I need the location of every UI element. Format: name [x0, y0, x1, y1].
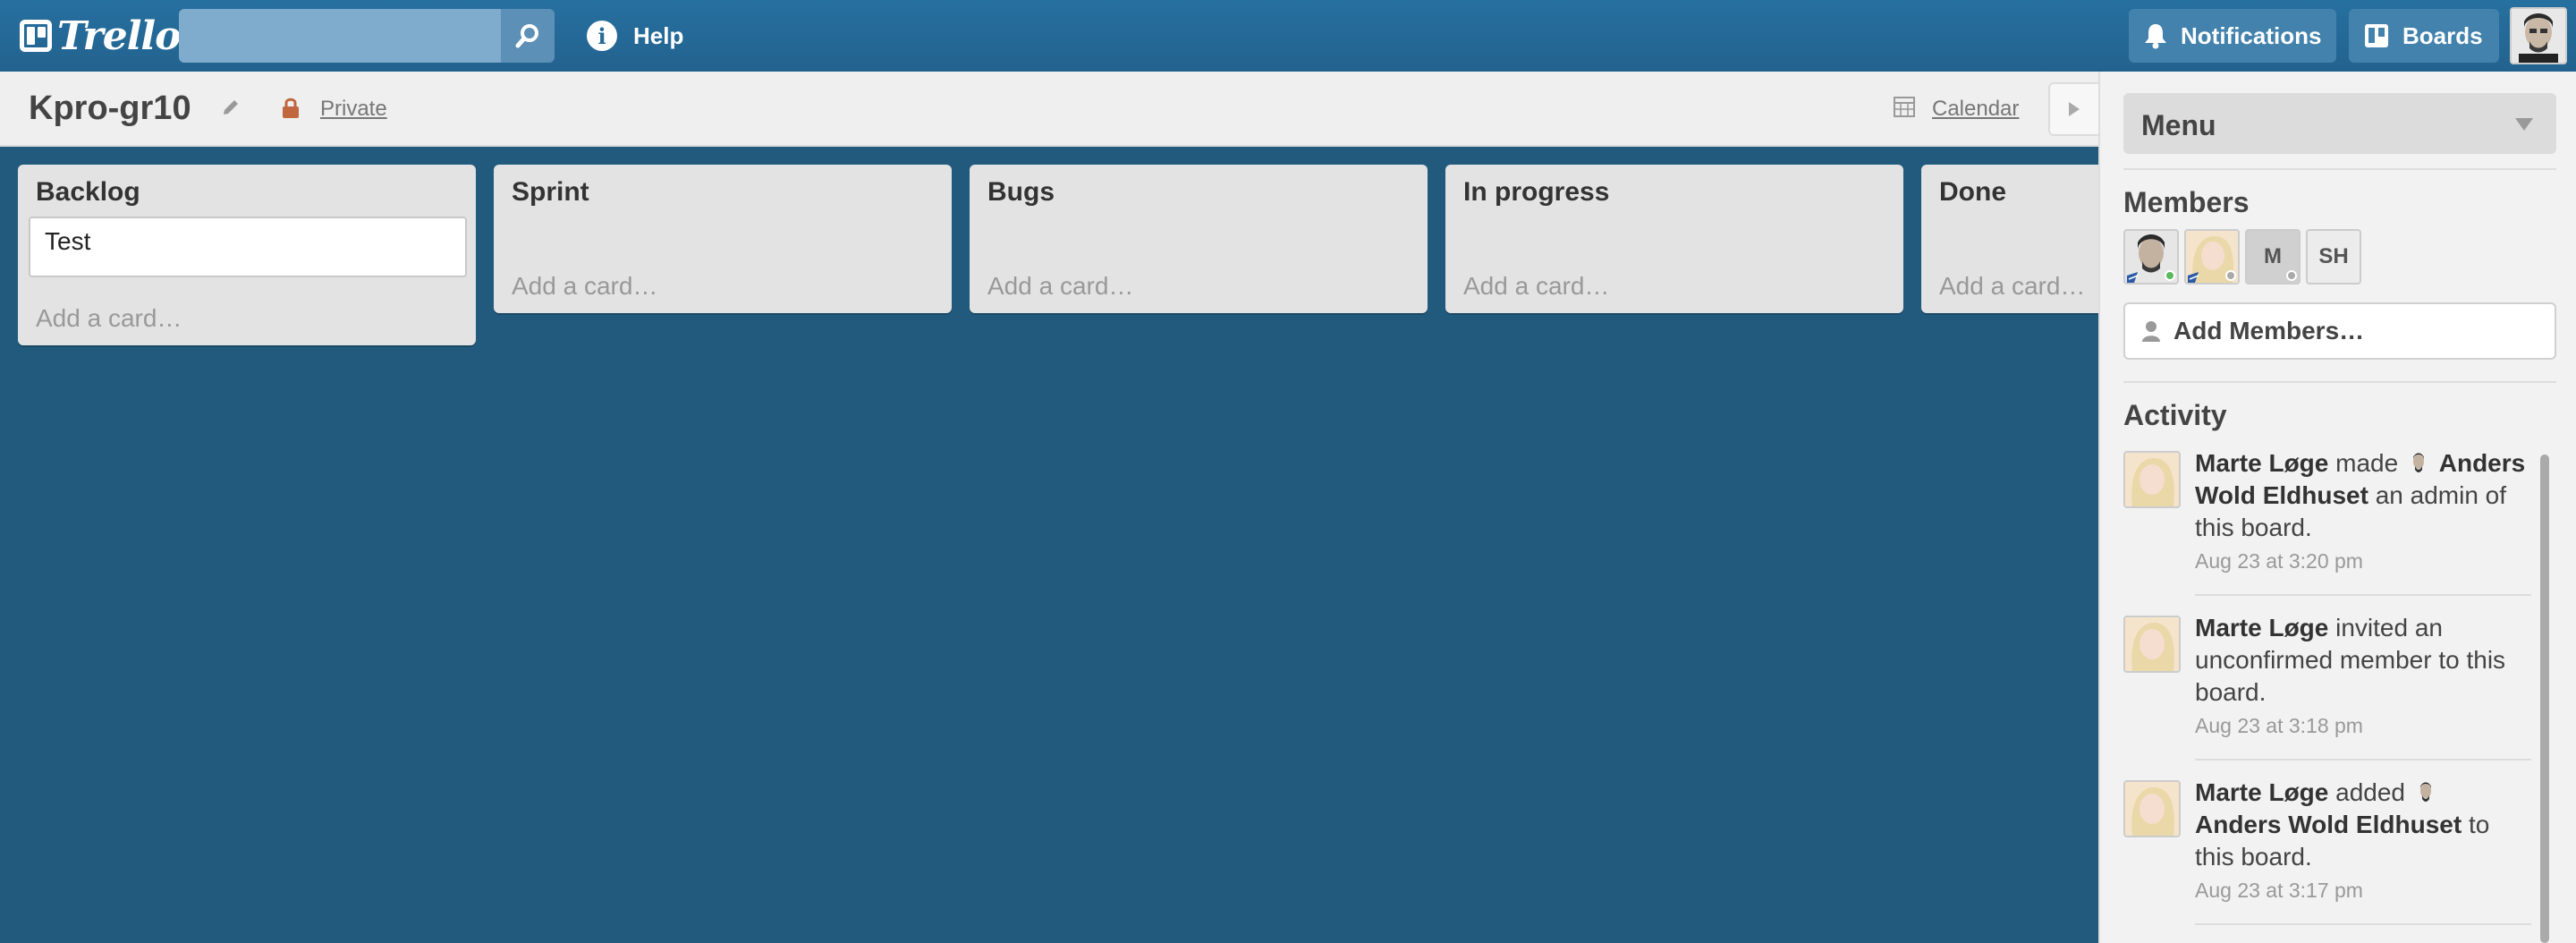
board-sidebar: Menu Members M SH Add Members… Activity …: [2098, 72, 2576, 943]
search-input[interactable]: [179, 9, 501, 63]
idle-status-dot: [2286, 270, 2297, 281]
menu-label: Menu: [2141, 109, 2216, 141]
member-initials: SH: [2318, 244, 2349, 268]
user-avatar-photo: [2512, 9, 2565, 63]
activity-text: Marte Løge added Anders Wold Eldhuset to…: [2195, 777, 2531, 907]
activity-actor[interactable]: Marte Løge: [2195, 614, 2328, 641]
boards-label: Boards: [2402, 21, 2483, 49]
list-sprint: Sprint Add a card…: [494, 165, 952, 313]
bell-icon: [2145, 24, 2166, 49]
list-in-progress: In progress Add a card…: [1445, 165, 1903, 313]
sidebar-scrollbar[interactable]: [2540, 455, 2549, 943]
member-initials-avatar[interactable]: SH: [2306, 229, 2361, 285]
actor-photo: [2125, 453, 2179, 506]
trello-logo[interactable]: Trello: [20, 12, 181, 60]
sidebar-toggle-button[interactable]: [2048, 82, 2098, 136]
add-members-button[interactable]: Add Members…: [2123, 302, 2556, 360]
pencil-icon: [224, 100, 238, 115]
divider: [2123, 381, 2556, 383]
actor-photo: [2125, 617, 2179, 671]
search-icon: [515, 24, 538, 48]
member-initials: M: [2264, 244, 2282, 268]
activity-avatar[interactable]: [2123, 616, 2181, 673]
activity-date[interactable]: Aug 23 at 3:18 pm: [2195, 709, 2531, 743]
help-label: Help: [633, 21, 684, 49]
lock-icon: [281, 97, 301, 124]
activity-avatar[interactable]: [2123, 451, 2181, 508]
activity-title: Activity: [2123, 399, 2227, 431]
search-button[interactable]: [501, 9, 555, 63]
add-card-link[interactable]: Add a card…: [1939, 272, 2085, 301]
divider: [2123, 168, 2556, 170]
activity-divider: [2195, 923, 2531, 925]
activity-actor[interactable]: Marte Løge: [2195, 449, 2328, 477]
board-title[interactable]: Kpro-gr10: [29, 89, 191, 128]
activity-avatar[interactable]: [2123, 780, 2181, 837]
help-button[interactable]: i Help: [587, 16, 683, 55]
caret-down-icon: [2515, 118, 2533, 131]
activity-verb: made: [2335, 449, 2399, 477]
add-card-link[interactable]: Add a card…: [36, 304, 182, 333]
activity-text: Marte Løge invited an unconfirmed member…: [2195, 612, 2531, 743]
calendar-icon: [1893, 95, 1916, 123]
add-card-link[interactable]: Add a card…: [512, 272, 657, 301]
online-status-dot: [2165, 270, 2175, 281]
boards-button[interactable]: Boards: [2349, 9, 2499, 63]
boards-icon: [2365, 24, 2388, 47]
list-bugs: Bugs Add a card…: [970, 165, 1428, 313]
member-initials-avatar[interactable]: M: [2245, 229, 2301, 285]
activity-item: Marte Løge invited an unconfirmed member…: [2123, 612, 2531, 777]
members-title: Members: [2123, 186, 2250, 218]
add-card-link[interactable]: Add a card…: [1463, 272, 1609, 301]
mini-avatar-icon: [2412, 453, 2424, 472]
card-composer-input[interactable]: Test: [29, 217, 467, 277]
activity-divider: [2195, 759, 2531, 760]
trello-logo-icon: [20, 20, 52, 52]
activity-divider: [2195, 594, 2531, 596]
notifications-button[interactable]: Notifications: [2129, 9, 2336, 63]
list-title[interactable]: Done: [1939, 177, 2006, 208]
activity-date[interactable]: Aug 23 at 3:20 pm: [2195, 544, 2531, 578]
add-members-label: Add Members…: [2174, 317, 2365, 344]
list-backlog: Backlog Test Add a card…: [18, 165, 476, 345]
logo-text: Trello: [57, 13, 181, 59]
member-avatar[interactable]: [2184, 229, 2240, 285]
list-title[interactable]: In progress: [1463, 177, 1609, 208]
activity-target[interactable]: Anders Wold Eldhuset: [2195, 811, 2462, 838]
list-title[interactable]: Sprint: [512, 177, 589, 208]
notifications-label: Notifications: [2181, 21, 2322, 49]
actor-photo: [2125, 782, 2179, 836]
idle-status-dot: [2225, 270, 2236, 281]
user-avatar[interactable]: [2510, 7, 2567, 64]
play-right-icon: [2069, 102, 2080, 116]
add-card-link[interactable]: Add a card…: [987, 272, 1133, 301]
activity-text: Marte Løge made Anders Wold Eldhuset an …: [2195, 447, 2531, 578]
top-header: Trello i Help Notifications Boards: [0, 0, 2576, 72]
list-title[interactable]: Backlog: [36, 177, 140, 208]
activity-item: Marte Løge made Anders Wold Eldhuset an …: [2123, 447, 2531, 612]
board-header: Kpro-gr10 Private Calendar: [0, 72, 2098, 147]
menu-dropdown[interactable]: Menu: [2123, 93, 2556, 154]
list-title[interactable]: Bugs: [987, 177, 1055, 208]
search-box: [179, 9, 555, 63]
activity-date[interactable]: Aug 23 at 3:17 pm: [2195, 873, 2531, 907]
activity-verb: added: [2335, 778, 2406, 806]
member-avatar[interactable]: [2123, 229, 2179, 285]
edit-title-button[interactable]: [220, 97, 242, 123]
activity-actor[interactable]: Marte Løge: [2195, 778, 2328, 806]
activity-item: Marte Løge added Anders Wold Eldhuset to…: [2123, 777, 2531, 941]
mini-avatar-icon: [2419, 782, 2431, 802]
info-icon: i: [587, 21, 617, 51]
person-icon: [2142, 321, 2160, 342]
privacy-link[interactable]: Private: [320, 97, 387, 122]
calendar-link[interactable]: Calendar: [1932, 97, 2019, 122]
